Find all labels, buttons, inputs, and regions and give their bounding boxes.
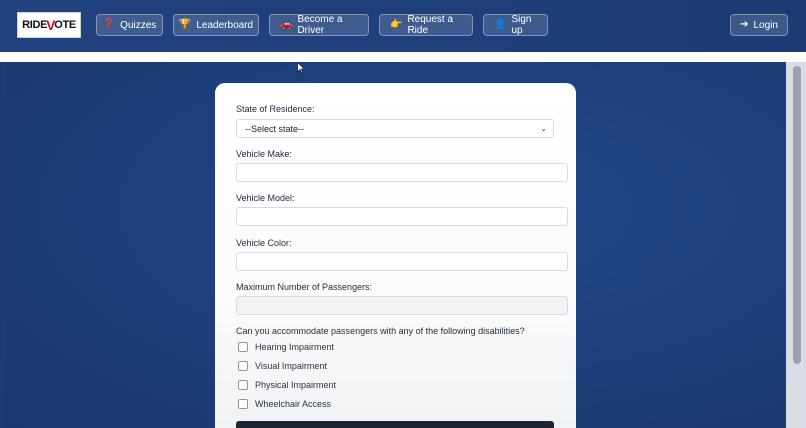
ridevote-logo[interactable]: RIDE V OTE <box>17 12 81 38</box>
scrollbar-thumb[interactable] <box>793 66 801 364</box>
wheelchair-access-option[interactable]: Wheelchair Access <box>238 399 331 409</box>
hearing-impairment-checkbox[interactable] <box>238 342 248 352</box>
nav-leaderboard-button[interactable]: 🏆 Leaderboard <box>173 14 259 36</box>
physical-impairment-option[interactable]: Physical Impairment <box>238 380 336 390</box>
question-circle-icon: ❓ <box>102 19 116 30</box>
header-divider <box>0 52 806 62</box>
wheelchair-access-checkbox[interactable] <box>238 399 248 409</box>
hearing-impairment-option[interactable]: Hearing Impairment <box>238 342 334 352</box>
vehicle-model-input[interactable] <box>236 207 568 226</box>
trophy-icon: 🏆 <box>178 19 192 30</box>
vehicle-color-label: Vehicle Color: <box>236 238 292 248</box>
mouse-cursor-icon <box>297 62 305 74</box>
state-select[interactable]: --Select state-- ⌄ <box>236 119 554 138</box>
nav-signup-button[interactable]: 👤 Sign up <box>483 14 548 36</box>
nav-request-ride-button[interactable]: 👉 Request a Ride <box>379 14 473 36</box>
vehicle-model-label: Vehicle Model: <box>236 193 295 203</box>
disabilities-label: Can you accommodate passengers with any … <box>236 326 525 336</box>
nav-quizzes-button[interactable]: ❓ Quizzes <box>96 14 163 36</box>
max-passengers-label: Maximum Number of Passengers: <box>236 282 373 292</box>
vehicle-make-input[interactable] <box>236 163 568 182</box>
vehicle-make-label: Vehicle Make: <box>236 149 293 159</box>
visual-impairment-checkbox[interactable] <box>238 361 248 371</box>
chevron-down-icon: ⌄ <box>540 124 547 133</box>
nav-become-driver-button[interactable]: 🚗 Become a Driver <box>269 14 369 36</box>
car-icon: 🚗 <box>280 19 293 30</box>
sign-in-icon: ➔ <box>740 19 749 30</box>
physical-impairment-checkbox[interactable] <box>238 380 248 390</box>
max-passengers-input[interactable] <box>236 296 568 315</box>
driver-form-card: State of Residence: --Select state-- ⌄ V… <box>215 83 576 428</box>
state-label: State of Residence: <box>236 104 315 114</box>
top-navbar: RIDE V OTE ❓ Quizzes 🏆 Leaderboard 🚗 Becom… <box>0 0 806 52</box>
hand-pointing-icon: 👉 <box>390 19 403 30</box>
visual-impairment-option[interactable]: Visual Impairment <box>238 361 327 371</box>
nav-login-button[interactable]: ➔ Login <box>730 14 788 36</box>
user-plus-icon: 👤 <box>494 19 507 30</box>
submit-button[interactable] <box>236 421 554 428</box>
vehicle-color-input[interactable] <box>236 252 568 271</box>
